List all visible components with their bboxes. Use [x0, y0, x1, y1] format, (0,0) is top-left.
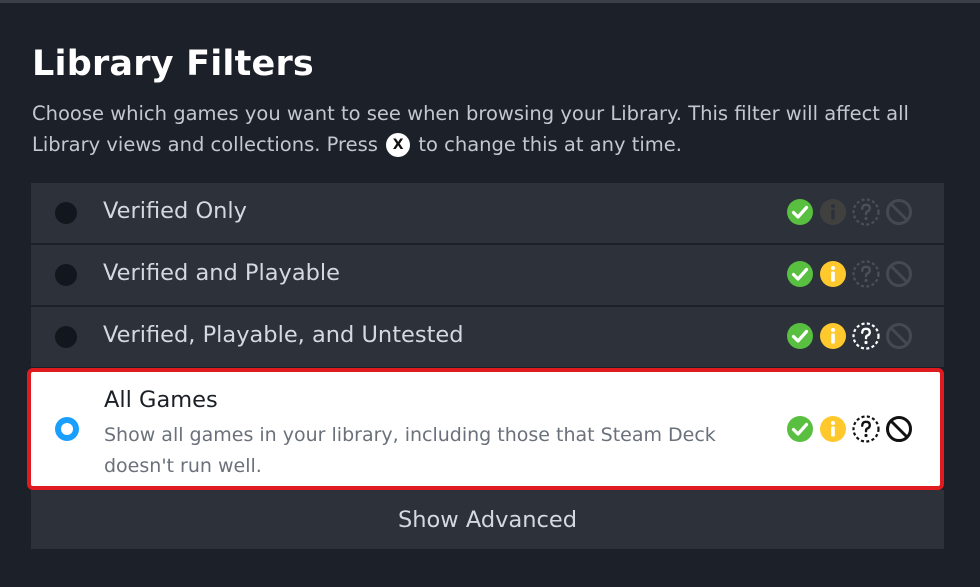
unsupported-icon — [886, 416, 912, 442]
radio-unselected[interactable] — [55, 326, 77, 348]
option-sublabel: Show all games in your library, includin… — [104, 424, 716, 477]
description-text-after: to change this at any time. — [418, 133, 682, 156]
compatibility-icons — [785, 259, 914, 289]
playable-icon — [820, 261, 846, 287]
x-button-icon: X — [386, 133, 411, 157]
playable-icon — [820, 416, 846, 442]
option-verified-playable-untested[interactable]: Verified, Playable, and Untested — [31, 307, 944, 367]
compatibility-icons — [785, 197, 914, 227]
show-advanced-button[interactable]: Show Advanced — [31, 490, 944, 549]
verified-icon — [787, 323, 813, 349]
untested-icon — [852, 198, 880, 226]
option-label: Verified Only — [103, 198, 247, 224]
option-label: Verified and Playable — [103, 260, 341, 286]
radio-dot — [61, 423, 73, 435]
verified-icon — [787, 261, 813, 287]
radio-unselected[interactable] — [55, 202, 77, 224]
option-label: Verified, Playable, and Untested — [103, 322, 464, 348]
untested-icon — [852, 322, 880, 350]
unsupported-icon — [886, 261, 912, 287]
unsupported-icon — [886, 199, 912, 225]
option-all-games[interactable]: All Games Show all games in your library… — [27, 368, 944, 490]
option-verified-and-playable[interactable]: Verified and Playable — [31, 245, 944, 305]
compatibility-icons — [785, 321, 914, 351]
radio-unselected[interactable] — [55, 264, 77, 286]
option-verified-only[interactable]: Verified Only — [31, 183, 944, 243]
verified-icon — [787, 416, 813, 442]
dialog-description: Choose which games you want to see when … — [32, 98, 932, 160]
untested-icon — [852, 415, 880, 443]
radio-selected[interactable] — [55, 417, 79, 441]
playable-icon — [820, 199, 846, 225]
option-label: All Games — [104, 387, 218, 413]
unsupported-icon — [886, 323, 912, 349]
dialog-title: Library Filters — [32, 44, 314, 84]
compatibility-icons — [785, 414, 914, 444]
untested-icon — [852, 260, 880, 288]
playable-icon — [820, 323, 846, 349]
verified-icon — [787, 199, 813, 225]
